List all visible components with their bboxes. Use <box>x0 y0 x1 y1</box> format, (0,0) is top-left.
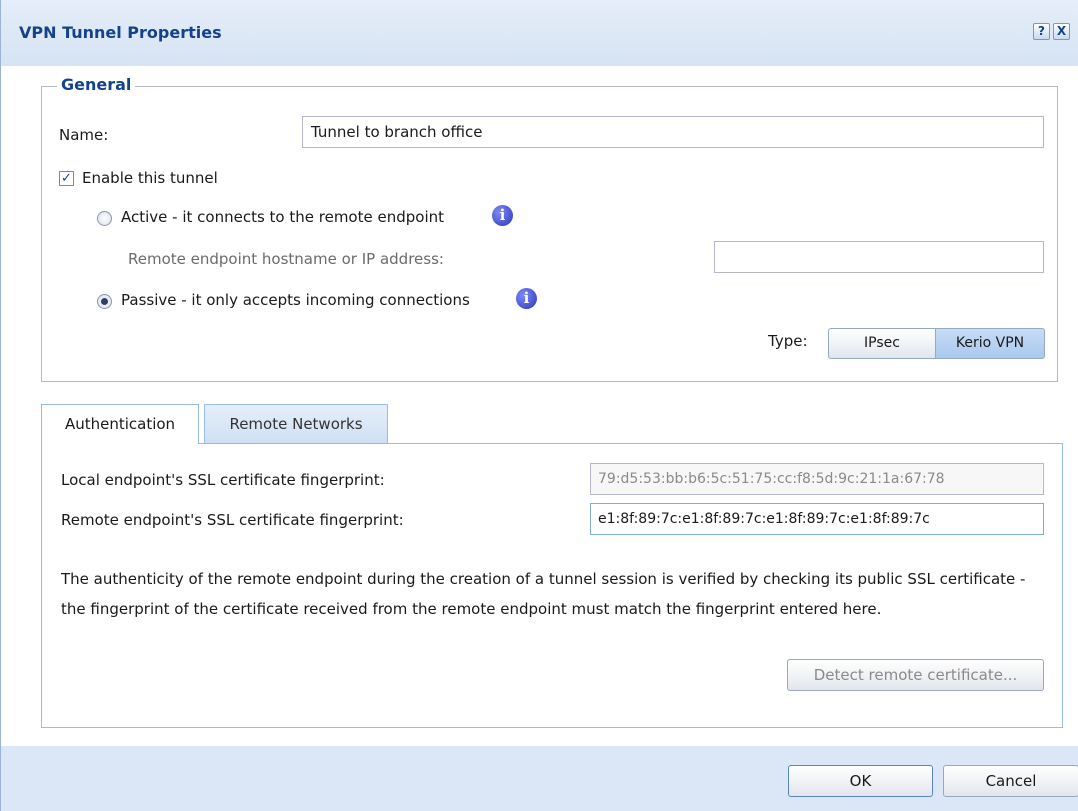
cancel-button[interactable]: Cancel <box>943 765 1078 797</box>
type-kerio-vpn-button[interactable]: Kerio VPN <box>935 328 1045 359</box>
vpn-tunnel-dialog: VPN Tunnel Properties ? X General Name: … <box>0 0 1078 811</box>
passive-mode-label: Passive - it only accepts incoming conne… <box>121 291 470 309</box>
type-label: Type: <box>768 332 808 350</box>
passive-info-icon[interactable]: i <box>516 288 537 309</box>
dialog-title: VPN Tunnel Properties <box>19 23 222 42</box>
detect-remote-certificate-button[interactable]: Detect remote certificate... <box>787 659 1044 691</box>
close-icon[interactable]: X <box>1053 23 1070 40</box>
passive-mode-radio[interactable] <box>97 294 112 309</box>
active-mode-label: Active - it connects to the remote endpo… <box>121 208 444 226</box>
local-fingerprint-label: Local endpoint's SSL certificate fingerp… <box>61 471 385 489</box>
tab-remote-networks[interactable]: Remote Networks <box>204 404 388 444</box>
active-tab-joint <box>42 442 198 445</box>
local-fingerprint-field: 79:d5:53:bb:b6:5c:51:75:cc:f8:5d:9c:21:1… <box>590 463 1044 495</box>
type-ipsec-button[interactable]: IPsec <box>828 328 936 359</box>
enable-tunnel-checkbox[interactable]: ✓ <box>59 171 74 186</box>
remote-fingerprint-input[interactable]: e1:8f:89:7c:e1:8f:89:7c:e1:8f:89:7c:e1:8… <box>590 503 1044 535</box>
remote-host-input[interactable] <box>714 241 1044 273</box>
help-icon[interactable]: ? <box>1033 23 1050 40</box>
active-info-icon[interactable]: i <box>492 205 513 226</box>
dialog-titlebar: VPN Tunnel Properties ? X <box>1 0 1078 66</box>
name-label: Name: <box>59 126 109 144</box>
remote-host-label: Remote endpoint hostname or IP address: <box>128 250 444 268</box>
ok-button[interactable]: OK <box>788 765 933 797</box>
general-legend: General <box>57 75 136 94</box>
authentication-description: The authenticity of the remote endpoint … <box>61 570 1026 618</box>
active-mode-radio[interactable] <box>97 211 112 226</box>
enable-tunnel-label: Enable this tunnel <box>82 169 218 187</box>
remote-fingerprint-label: Remote endpoint's SSL certificate finger… <box>61 511 404 529</box>
name-input[interactable]: Tunnel to branch office <box>302 116 1044 148</box>
tab-authentication[interactable]: Authentication <box>41 404 199 445</box>
